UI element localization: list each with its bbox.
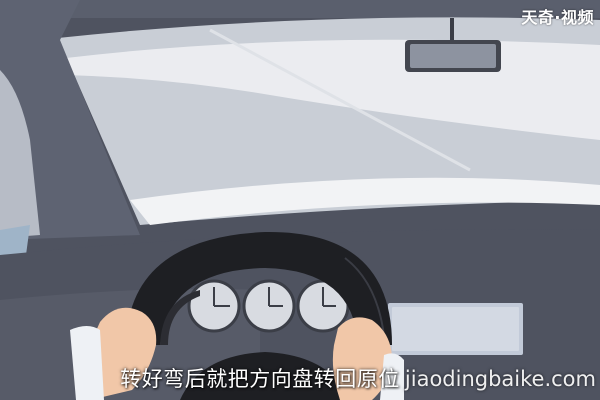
scene-illustration bbox=[0, 0, 600, 400]
speedometer-gauge-icon bbox=[187, 279, 350, 333]
site-watermark: jiaodingbaike.com bbox=[404, 367, 596, 391]
center-screen-display bbox=[392, 307, 519, 351]
mirror-glass bbox=[410, 44, 496, 68]
car-interior-scene: 天奇·视频 转好弯后就把方向盘转回原位 jiaodingbaike.com bbox=[0, 0, 600, 400]
brand-logo: 天奇·视频 bbox=[521, 8, 594, 27]
